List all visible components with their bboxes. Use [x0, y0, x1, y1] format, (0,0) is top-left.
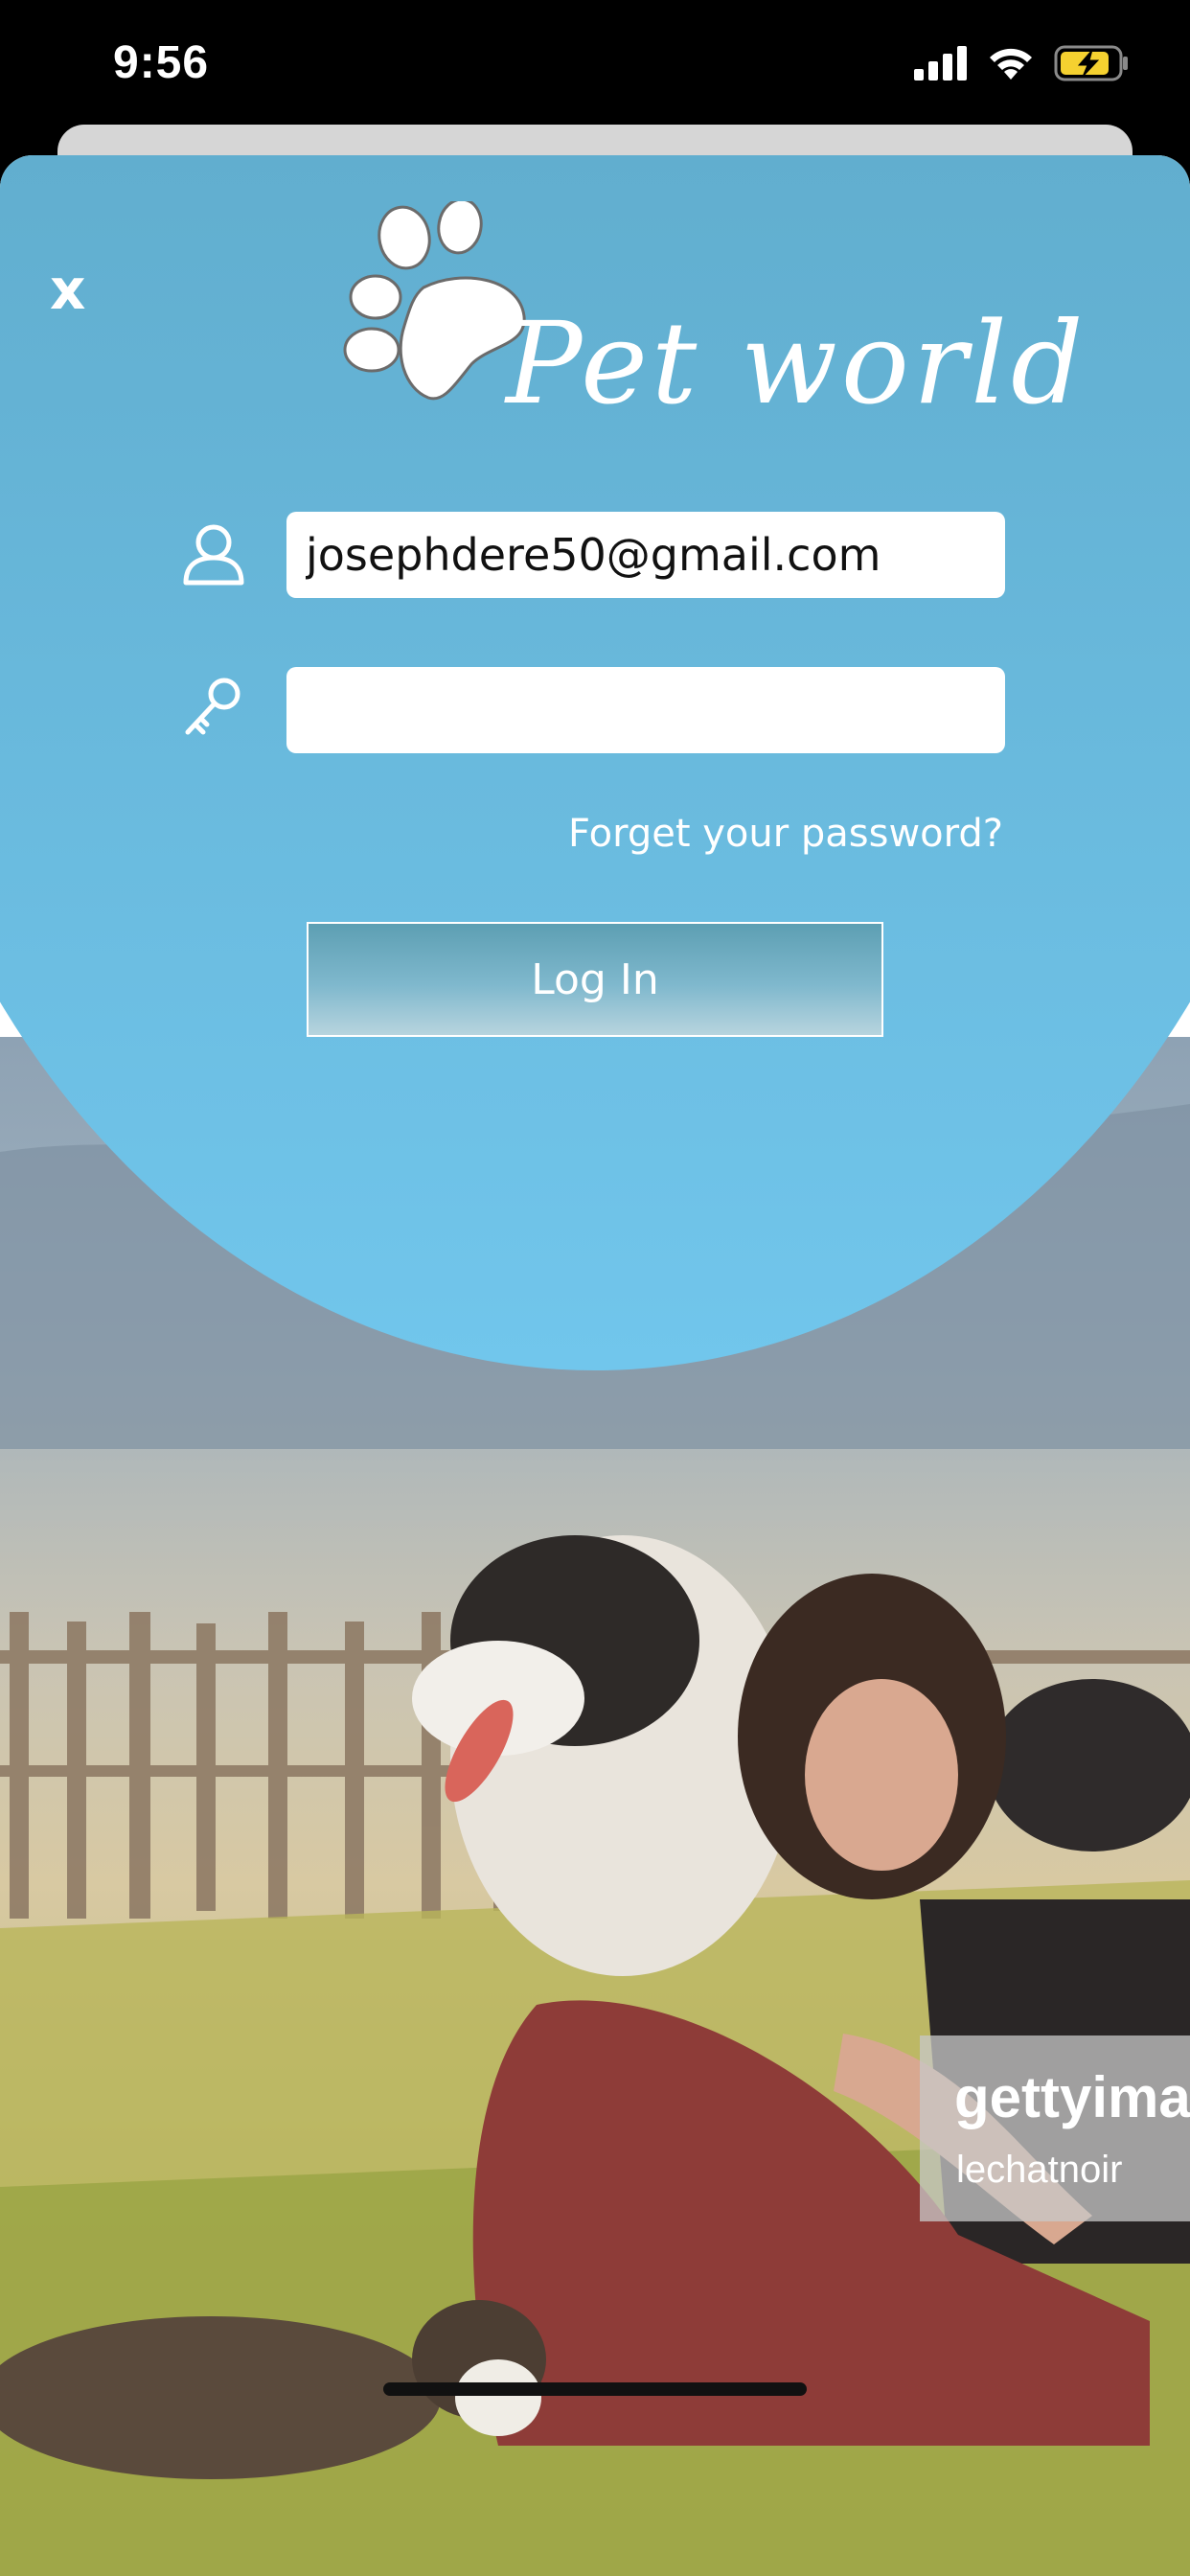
home-indicator[interactable] — [383, 2382, 807, 2396]
password-input[interactable] — [286, 667, 1005, 753]
login-sheet: x Pet world Forget your password? — [0, 155, 1190, 2576]
battery-charging-icon — [1054, 44, 1131, 86]
status-icons — [914, 44, 1131, 86]
login-button-label: Log In — [531, 954, 659, 1004]
status-bar: 9:56 — [0, 0, 1190, 125]
watermark-credit: lechatnoir — [956, 2149, 1123, 2191]
watermark-brand: gettyima — [954, 2065, 1190, 2129]
key-icon — [180, 673, 247, 740]
user-icon — [180, 519, 247, 586]
signal-icon — [914, 46, 968, 84]
status-time: 9:56 — [113, 37, 210, 88]
forgot-password-link[interactable]: Forget your password? — [568, 812, 1003, 856]
email-input[interactable] — [286, 512, 1005, 598]
photo-watermark: gettyima lechatnoir — [920, 2036, 1190, 2221]
login-button[interactable]: Log In — [307, 922, 883, 1037]
paw-logo-icon — [343, 201, 526, 401]
app-logo: Pet world — [337, 201, 1084, 429]
wifi-icon — [987, 45, 1035, 85]
app-title: Pet world — [506, 297, 1087, 429]
close-button[interactable]: x — [50, 261, 98, 318]
